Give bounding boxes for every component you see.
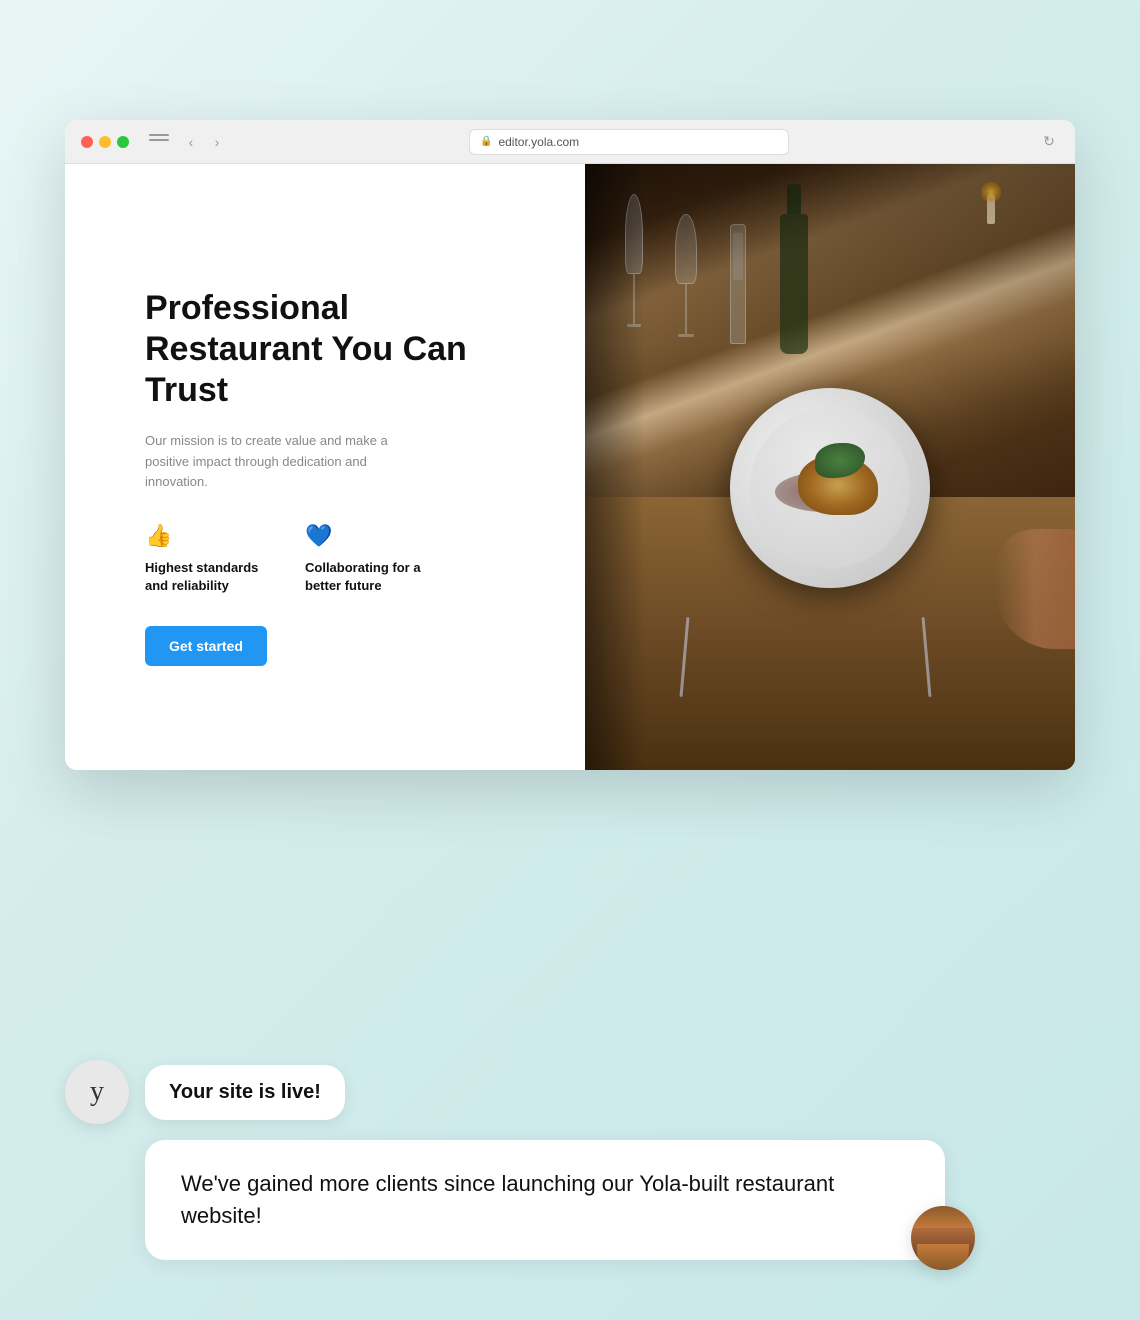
food-scene [585, 164, 1075, 770]
url-text: editor.yola.com [498, 135, 579, 149]
feature-2-label: Collaborating for a better future [305, 559, 425, 595]
thumbs-up-icon: 👍 [145, 523, 265, 549]
feature-item-2: 💙 Collaborating for a better future [305, 523, 425, 595]
yola-avatar: y [65, 1060, 129, 1124]
browser-toolbar: ‹ › 🔒 editor.yola.com ↻ [65, 120, 1075, 164]
feature-item-1: 👍 Highest standards and reliability [145, 523, 265, 595]
maximize-button[interactable] [117, 136, 129, 148]
close-button[interactable] [81, 136, 93, 148]
forward-button[interactable]: › [207, 132, 227, 152]
browser-window: ‹ › 🔒 editor.yola.com ↻ Professional Res… [65, 120, 1075, 770]
hero-title: Professional Restaurant You Can Trust [145, 288, 535, 410]
notification-bubble: Your site is live! [145, 1065, 345, 1120]
chat-row-notification: y Your site is live! [65, 1060, 1015, 1124]
chat-section: y Your site is live! We've gained more c… [65, 1060, 1015, 1260]
sidebar-toggle-icon[interactable] [149, 134, 169, 150]
left-panel: Professional Restaurant You Can Trust Ou… [65, 164, 585, 770]
feature-1-label: Highest standards and reliability [145, 559, 265, 595]
plate-inner [750, 408, 910, 568]
testimonial-bubble: We've gained more clients since launchin… [145, 1140, 945, 1260]
lock-icon: 🔒 [480, 136, 492, 147]
minimize-button[interactable] [99, 136, 111, 148]
traffic-lights [81, 136, 129, 148]
right-panel [585, 164, 1075, 770]
chat-row-testimonial: We've gained more clients since launchin… [65, 1140, 1015, 1260]
user-avatar-face [911, 1206, 975, 1270]
food-image [585, 164, 1075, 770]
features-row: 👍 Highest standards and reliability 💙 Co… [145, 523, 535, 595]
nav-arrows: ‹ › [181, 132, 227, 152]
reload-button[interactable]: ↻ [1039, 132, 1059, 152]
address-bar[interactable]: 🔒 editor.yola.com [469, 129, 789, 155]
testimonial-text: We've gained more clients since launchin… [181, 1171, 834, 1228]
hero-description: Our mission is to create value and make … [145, 431, 405, 493]
address-bar-container: 🔒 editor.yola.com [239, 129, 1019, 155]
heart-icon: 💙 [305, 523, 425, 549]
get-started-button[interactable]: Get started [145, 626, 267, 666]
back-button[interactable]: ‹ [181, 132, 201, 152]
top-shadow [585, 164, 1075, 346]
user-avatar [911, 1206, 975, 1270]
plate [730, 388, 930, 588]
browser-content: Professional Restaurant You Can Trust Ou… [65, 164, 1075, 770]
notification-text: Your site is live! [169, 1081, 321, 1103]
